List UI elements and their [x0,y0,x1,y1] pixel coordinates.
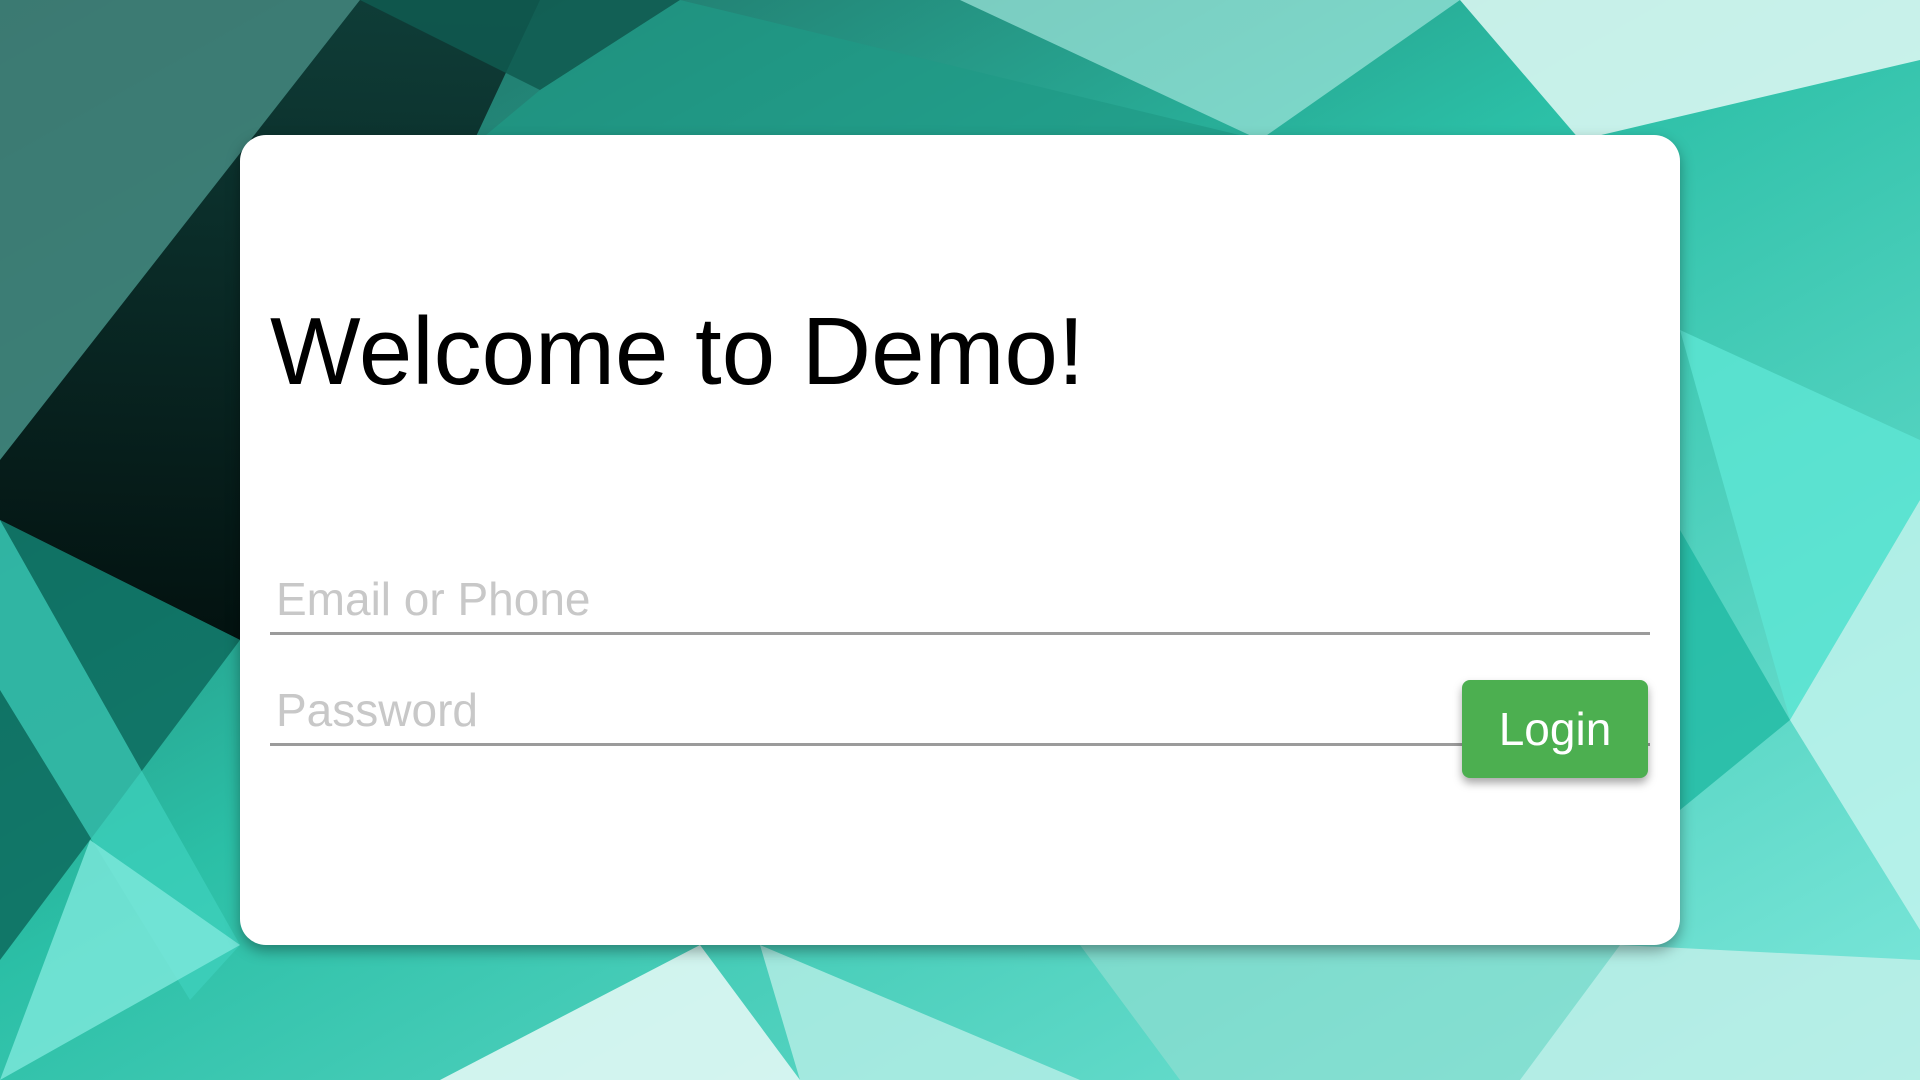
login-card: Welcome to Demo! Login [240,135,1680,945]
login-button[interactable]: Login [1462,680,1648,778]
password-input[interactable] [270,676,1650,746]
email-or-phone-input[interactable] [270,565,1650,635]
welcome-title: Welcome to Demo! [270,298,1085,405]
